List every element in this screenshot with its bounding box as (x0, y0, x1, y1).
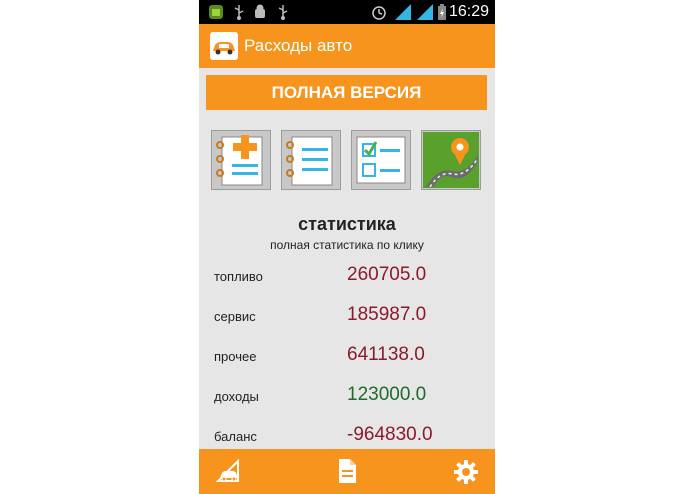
app-title: Расходы авто (244, 36, 353, 55)
android-robot-icon (209, 5, 223, 19)
status-bar: 16:29 (199, 0, 495, 24)
stat-value-balance: -964830.0 (347, 424, 433, 445)
stat-label-balance: баланс (214, 429, 257, 444)
stat-value-service: 185987.0 (347, 304, 427, 325)
signal-1-icon (395, 4, 411, 20)
gear-icon[interactable] (453, 459, 479, 485)
stats-subtitle[interactable]: полная статистика по клику (199, 237, 495, 253)
full-version-button[interactable]: ПОЛНАЯ ВЕРСИЯ (206, 75, 487, 110)
action-bar: Расходы авто (199, 24, 495, 68)
add-notebook-icon (216, 135, 263, 186)
battery-icon (438, 4, 446, 20)
usb-icon (234, 5, 244, 20)
map-route-icon (423, 132, 479, 188)
bottom-bar (199, 449, 495, 494)
stat-label-other: прочее (214, 349, 257, 364)
stat-value-income: 123000.0 (347, 384, 427, 405)
usb-icon-2 (278, 5, 288, 20)
signal-2-icon (417, 4, 433, 20)
alarm-icon (372, 6, 386, 20)
list-notebook-tile[interactable] (281, 130, 341, 190)
status-time: 16:29 (448, 3, 489, 20)
car-icon[interactable] (210, 32, 238, 60)
phone-screen: 16:29 Расходы авто ПОЛНАЯ ВЕРСИЯ статист… (199, 0, 495, 494)
checklist-icon (356, 136, 406, 184)
debug-android-icon (255, 4, 265, 18)
map-route-tile[interactable] (421, 130, 481, 190)
stat-value-fuel: 260705.0 (347, 264, 427, 285)
stats-title[interactable]: статистика (199, 212, 495, 236)
list-notebook-icon (286, 136, 333, 186)
stat-label-income: доходы (214, 389, 259, 404)
stat-label-service: сервис (214, 309, 256, 324)
stat-label-fuel: топливо (214, 269, 263, 284)
checklist-tile[interactable] (351, 130, 411, 190)
add-notebook-tile[interactable] (211, 130, 271, 190)
document-icon[interactable] (337, 458, 357, 484)
stat-value-other: 641138.0 (347, 344, 425, 365)
car-icon[interactable] (216, 459, 242, 485)
